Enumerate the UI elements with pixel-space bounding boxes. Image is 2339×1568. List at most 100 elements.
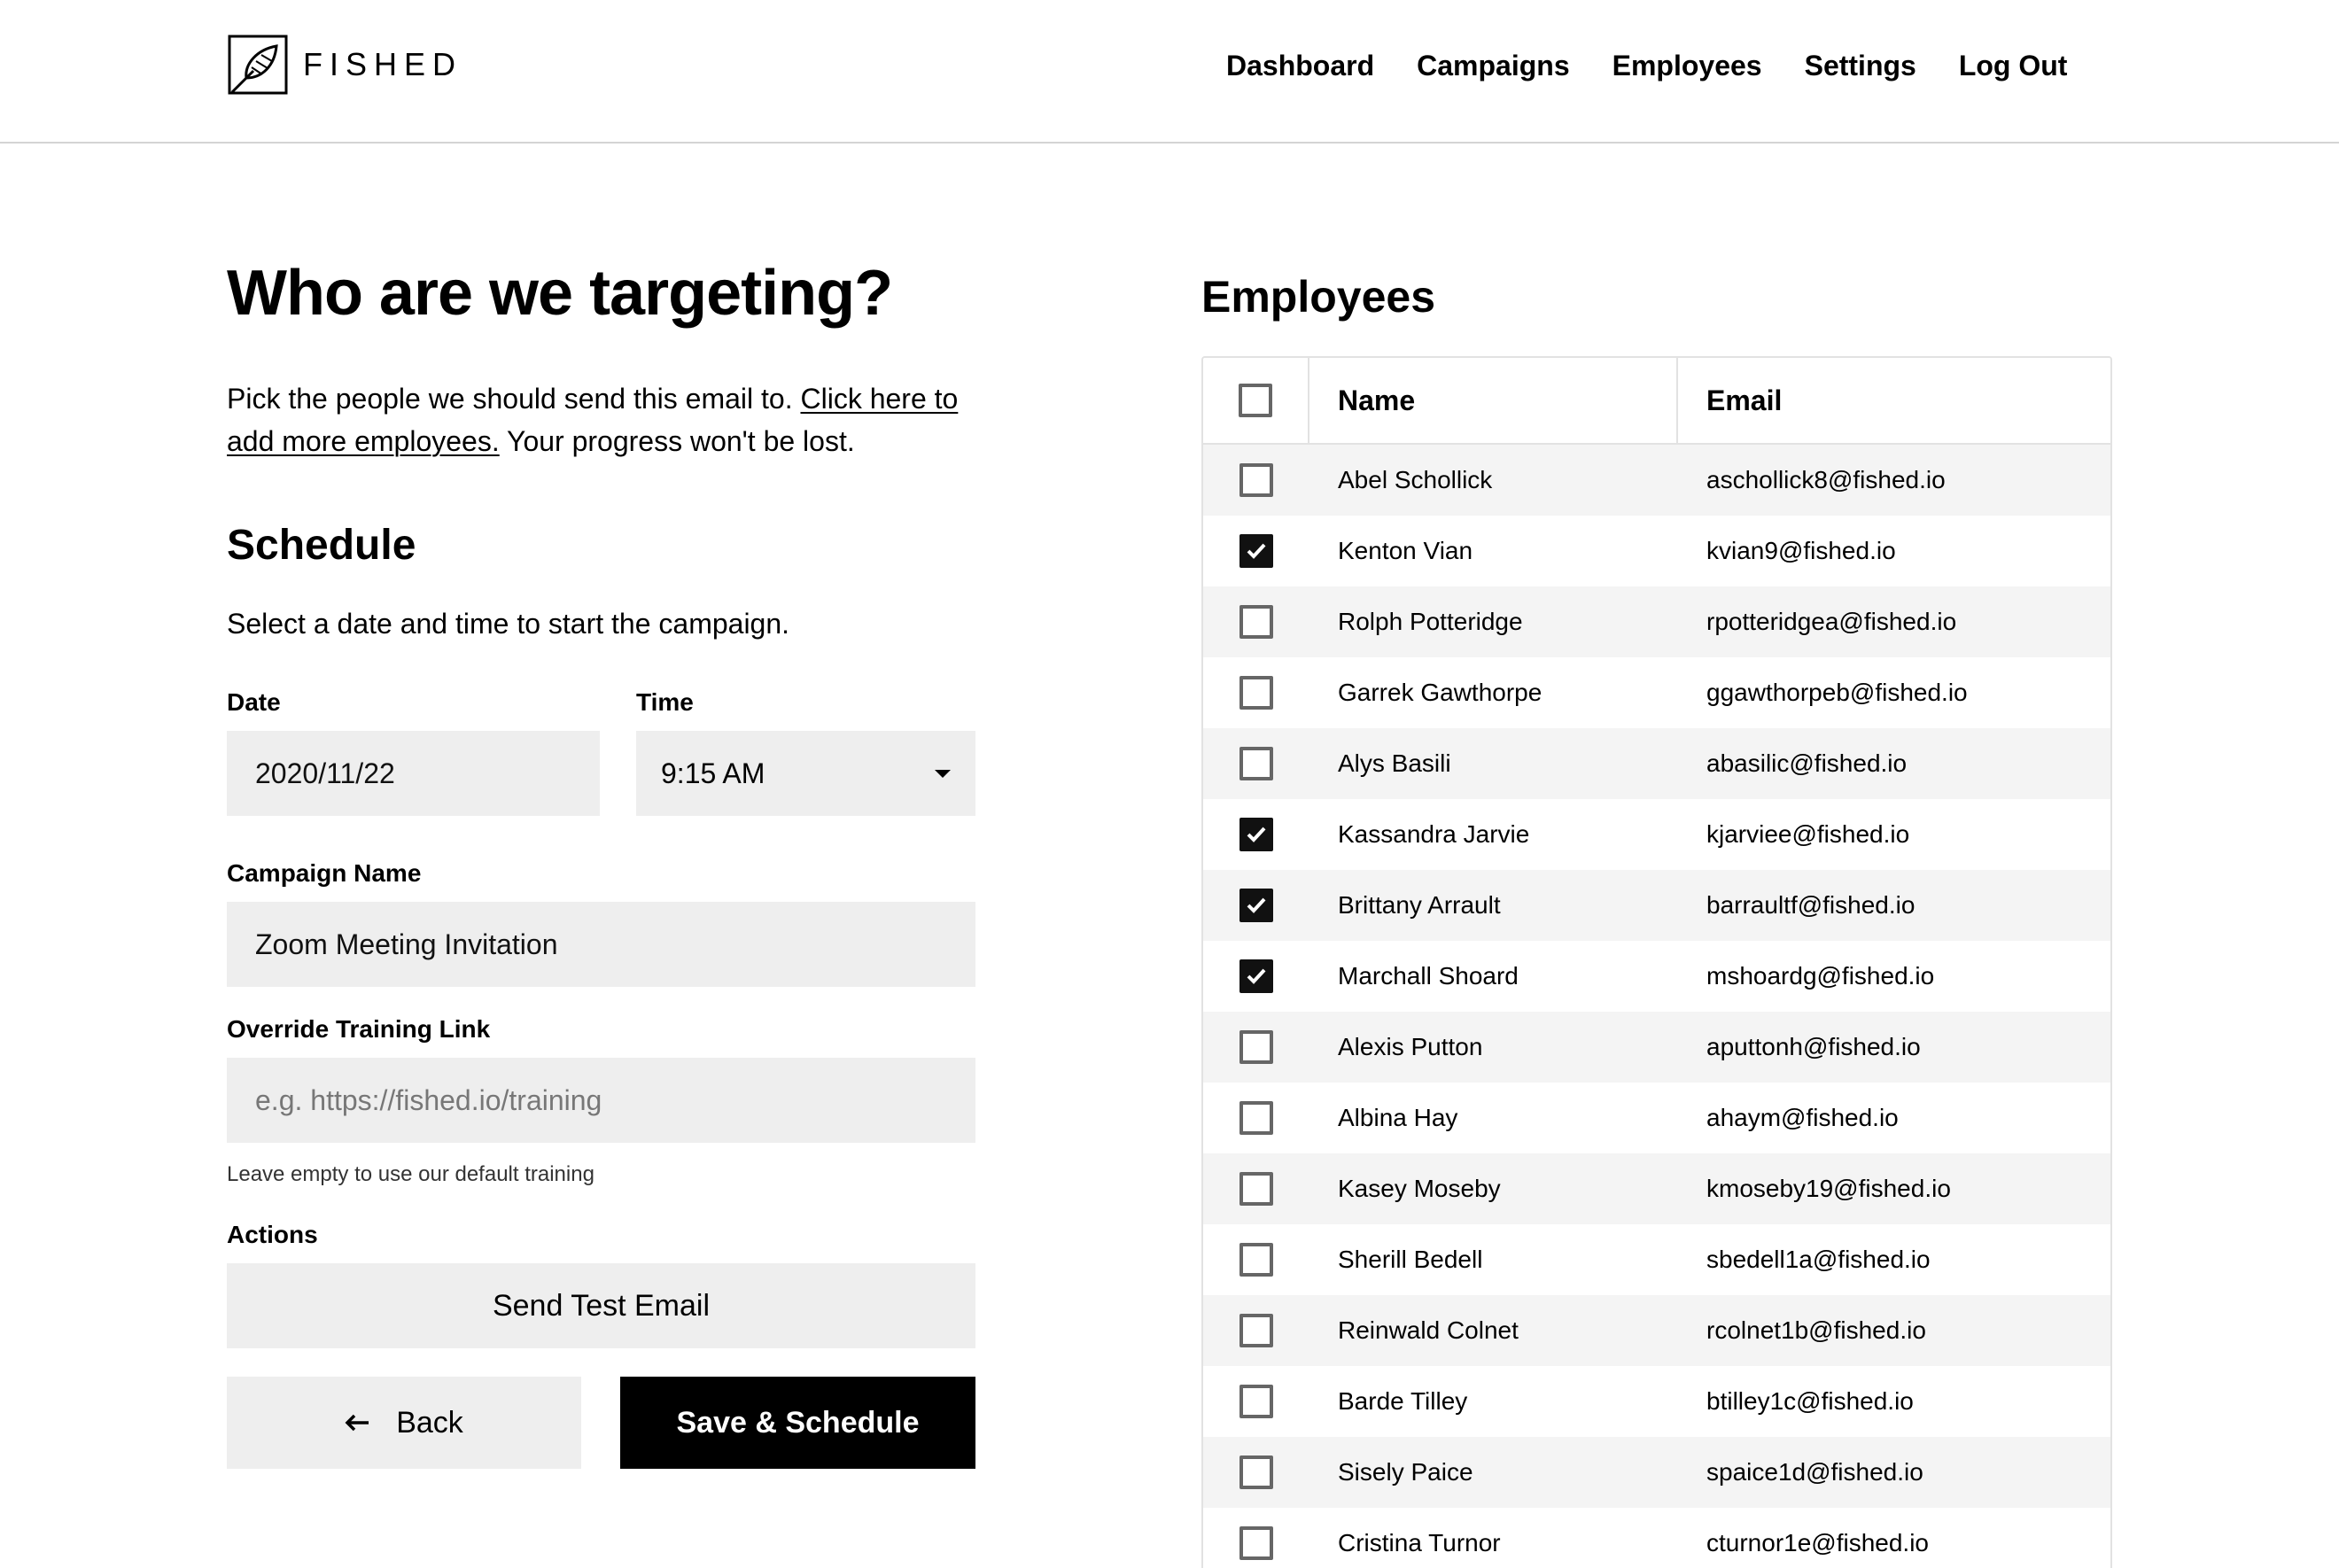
column-header-email[interactable]: Email [1678, 358, 2110, 443]
row-checkbox[interactable] [1239, 1101, 1273, 1135]
row-checkbox-cell [1203, 1385, 1309, 1418]
table-row[interactable]: Garrek Gawthorpe ggawthorpeb@fished.io [1203, 657, 2110, 728]
table-row[interactable]: Brittany Arrault barraultf@fished.io [1203, 870, 2110, 941]
row-checkbox-cell [1203, 818, 1309, 851]
date-label: Date [227, 688, 281, 716]
time-select-value: 9:15 AM [661, 757, 765, 789]
employee-email: rcolnet1b@fished.io [1706, 1316, 1926, 1344]
page-title: Who are we targeting? [227, 258, 893, 329]
employee-name: Brittany Arrault [1338, 891, 1501, 919]
table-row[interactable]: Kasey Moseby kmoseby19@fished.io [1203, 1153, 2110, 1224]
row-checkbox-cell [1203, 676, 1309, 710]
row-checkbox[interactable] [1239, 1172, 1273, 1206]
schedule-description: Select a date and time to start the camp… [227, 608, 790, 640]
row-checkbox-cell [1203, 605, 1309, 639]
row-checkbox[interactable] [1239, 1314, 1273, 1347]
table-row[interactable]: Rolph Potteridge rpotteridgea@fished.io [1203, 586, 2110, 657]
row-checkbox[interactable] [1239, 1385, 1273, 1418]
table-row[interactable]: Barde Tilley btilley1c@fished.io [1203, 1366, 2110, 1437]
table-row[interactable]: Kassandra Jarvie kjarviee@fished.io [1203, 799, 2110, 870]
employee-name: Alexis Putton [1338, 1033, 1483, 1060]
row-checkbox[interactable] [1239, 676, 1273, 710]
table-row[interactable]: Marchall Shoard mshoardg@fished.io [1203, 941, 2110, 1012]
employee-name: Garrek Gawthorpe [1338, 679, 1542, 706]
save-and-schedule-button[interactable]: Save & Schedule [620, 1377, 975, 1469]
employee-name: Kassandra Jarvie [1338, 820, 1530, 848]
nav-dashboard[interactable]: Dashboard [1226, 50, 1374, 82]
row-checkbox[interactable] [1239, 1243, 1273, 1277]
employee-name: Kasey Moseby [1338, 1175, 1501, 1202]
employee-email: aputtonh@fished.io [1706, 1033, 1921, 1060]
employee-email: ggawthorpeb@fished.io [1706, 679, 1968, 706]
employee-name: Alys Basili [1338, 749, 1451, 777]
table-row[interactable]: Sherill Bedell sbedell1a@fished.io [1203, 1224, 2110, 1295]
employees-heading: Employees [1201, 272, 1436, 322]
row-checkbox[interactable] [1239, 747, 1273, 780]
employee-name: Reinwald Colnet [1338, 1316, 1519, 1344]
nav-log-out[interactable]: Log Out [1959, 50, 2068, 82]
row-checkbox[interactable] [1239, 818, 1273, 851]
row-checkbox-cell [1203, 534, 1309, 568]
override-training-input[interactable] [227, 1058, 975, 1143]
campaign-name-label: Campaign Name [227, 859, 422, 887]
checkmark-icon [1247, 543, 1266, 559]
brand-name: FISHED [303, 46, 463, 82]
employee-name: Marchall Shoard [1338, 962, 1519, 990]
row-checkbox-cell [1203, 1172, 1309, 1206]
row-checkbox-cell [1203, 1526, 1309, 1560]
employee-email: cturnor1e@fished.io [1706, 1529, 1930, 1556]
row-checkbox-cell [1203, 889, 1309, 922]
caret-down-icon [935, 769, 951, 778]
nav-settings[interactable]: Settings [1805, 50, 1916, 82]
top-header: FISHED Dashboard Campaigns Employees Set… [0, 0, 2339, 144]
back-button[interactable]: Back [227, 1377, 581, 1469]
row-checkbox[interactable] [1239, 463, 1273, 497]
save-and-schedule-label: Save & Schedule [676, 1405, 920, 1440]
table-body: Abel Schollick aschollick8@fished.io Kento… [1203, 445, 2110, 1568]
employee-email: spaice1d@fished.io [1706, 1458, 1923, 1486]
table-row[interactable]: Cristina Turnor cturnor1e@fished.io [1203, 1508, 2110, 1568]
back-label: Back [396, 1405, 463, 1440]
arrow-left-icon [345, 1414, 369, 1432]
brand-logo[interactable]: FISHED [227, 34, 462, 96]
nav-employees[interactable]: Employees [1612, 50, 1762, 82]
time-select[interactable]: 9:15 AM [636, 731, 975, 816]
campaign-name-input[interactable] [227, 902, 975, 987]
table-row[interactable]: Alexis Putton aputtonh@fished.io [1203, 1012, 2110, 1083]
row-checkbox[interactable] [1239, 605, 1273, 639]
employee-name: Barde Tilley [1338, 1387, 1468, 1415]
employee-email: sbedell1a@fished.io [1706, 1246, 1931, 1273]
row-checkbox[interactable] [1239, 1030, 1273, 1064]
table-row[interactable]: Abel Schollick aschollick8@fished.io [1203, 445, 2110, 516]
employee-email: kvian9@fished.io [1706, 537, 1896, 564]
row-checkbox[interactable] [1239, 534, 1273, 568]
table-row[interactable]: Reinwald Colnet rcolnet1b@fished.io [1203, 1295, 2110, 1366]
row-checkbox[interactable] [1239, 959, 1273, 993]
date-input[interactable] [227, 731, 600, 816]
nav-campaigns[interactable]: Campaigns [1417, 50, 1569, 82]
checkmark-icon [1247, 968, 1266, 984]
table-row[interactable]: Alys Basili abasilic@fished.io [1203, 728, 2110, 799]
select-all-cell [1203, 358, 1309, 443]
column-header-name[interactable]: Name [1309, 358, 1678, 443]
employee-name: Albina Hay [1338, 1104, 1458, 1131]
employee-name: Cristina Turnor [1338, 1529, 1501, 1556]
employees-table: Name Email Abel Schollick aschollick8@fis… [1201, 356, 2112, 1568]
row-checkbox[interactable] [1239, 1455, 1273, 1489]
employee-email: ahaym@fished.io [1706, 1104, 1899, 1131]
row-checkbox-cell [1203, 1030, 1309, 1064]
send-test-email-label: Send Test Email [492, 1288, 711, 1323]
row-checkbox-cell [1203, 463, 1309, 497]
send-test-email-button[interactable]: Send Test Email [227, 1263, 975, 1348]
main-nav: Dashboard Campaigns Employees Settings L… [1226, 50, 2067, 82]
table-row[interactable]: Sisely Paice spaice1d@fished.io [1203, 1437, 2110, 1508]
intro-text-before: Pick the people we should send this emai… [227, 383, 801, 415]
row-checkbox[interactable] [1239, 1526, 1273, 1560]
schedule-heading: Schedule [227, 522, 416, 569]
row-checkbox[interactable] [1239, 889, 1273, 922]
table-row[interactable]: Kenton Vian kvian9@fished.io [1203, 516, 2110, 586]
row-checkbox-cell [1203, 959, 1309, 993]
select-all-checkbox[interactable] [1239, 384, 1272, 417]
employee-email: kmoseby19@fished.io [1706, 1175, 1951, 1202]
table-row[interactable]: Albina Hay ahaym@fished.io [1203, 1083, 2110, 1153]
